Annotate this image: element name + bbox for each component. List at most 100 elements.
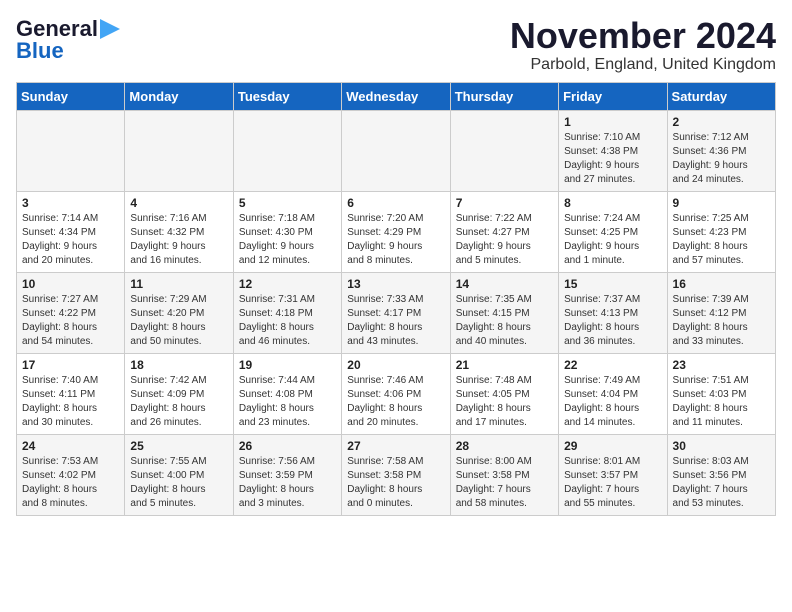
day-number: 13 xyxy=(347,277,444,291)
day-number: 25 xyxy=(130,439,227,453)
day-number: 30 xyxy=(673,439,770,453)
day-info: Sunrise: 7:39 AM Sunset: 4:12 PM Dayligh… xyxy=(673,293,770,349)
calendar-cell xyxy=(125,110,233,191)
day-info: Sunrise: 7:12 AM Sunset: 4:36 PM Dayligh… xyxy=(673,131,770,187)
calendar-cell: 14 Sunrise: 7:35 AM Sunset: 4:15 PM Dayli… xyxy=(450,272,558,353)
calendar-cell: 27 Sunrise: 7:58 AM Sunset: 3:58 PM Dayli… xyxy=(342,434,450,515)
day-number: 21 xyxy=(456,358,553,372)
day-number: 16 xyxy=(673,277,770,291)
calendar-cell: 13 Sunrise: 7:33 AM Sunset: 4:17 PM Dayli… xyxy=(342,272,450,353)
day-info: Sunrise: 7:18 AM Sunset: 4:30 PM Dayligh… xyxy=(239,212,336,268)
day-info: Sunrise: 8:00 AM Sunset: 3:58 PM Dayligh… xyxy=(456,455,553,511)
calendar-cell xyxy=(17,110,125,191)
calendar-cell: 6 Sunrise: 7:20 AM Sunset: 4:29 PM Daylig… xyxy=(342,191,450,272)
day-number: 15 xyxy=(564,277,661,291)
calendar-cell: 23Sunrise: 7:51 AM Sunset: 4:03 PM Dayli… xyxy=(667,353,775,434)
calendar-cell: 17 Sunrise: 7:40 AM Sunset: 4:11 PM Dayli… xyxy=(17,353,125,434)
day-number: 27 xyxy=(347,439,444,453)
day-number: 20 xyxy=(347,358,444,372)
day-number: 24 xyxy=(22,439,119,453)
day-number: 14 xyxy=(456,277,553,291)
calendar-cell xyxy=(450,110,558,191)
calendar-week-5: 24 Sunrise: 7:53 AM Sunset: 4:02 PM Dayli… xyxy=(17,434,776,515)
calendar-cell: 18Sunrise: 7:42 AM Sunset: 4:09 PM Dayli… xyxy=(125,353,233,434)
day-info: Sunrise: 7:44 AM Sunset: 4:08 PM Dayligh… xyxy=(239,374,336,430)
weekday-header-tuesday: Tuesday xyxy=(233,82,341,110)
day-info: Sunrise: 7:51 AM Sunset: 4:03 PM Dayligh… xyxy=(673,374,770,430)
calendar-cell: 24 Sunrise: 7:53 AM Sunset: 4:02 PM Dayli… xyxy=(17,434,125,515)
calendar-cell: 16 Sunrise: 7:39 AM Sunset: 4:12 PM Dayli… xyxy=(667,272,775,353)
calendar-cell: 7 Sunrise: 7:22 AM Sunset: 4:27 PM Daylig… xyxy=(450,191,558,272)
day-number: 12 xyxy=(239,277,336,291)
day-number: 5 xyxy=(239,196,336,210)
weekday-header-row: SundayMondayTuesdayWednesdayThursdayFrid… xyxy=(17,82,776,110)
day-info: Sunrise: 7:46 AM Sunset: 4:06 PM Dayligh… xyxy=(347,374,444,430)
day-info: Sunrise: 7:33 AM Sunset: 4:17 PM Dayligh… xyxy=(347,293,444,349)
logo-text-blue: Blue xyxy=(16,38,64,64)
day-number: 10 xyxy=(22,277,119,291)
calendar-week-2: 3 Sunrise: 7:14 AM Sunset: 4:34 PM Daylig… xyxy=(17,191,776,272)
calendar-cell: 5 Sunrise: 7:18 AM Sunset: 4:30 PM Daylig… xyxy=(233,191,341,272)
calendar-cell: 11 Sunrise: 7:29 AM Sunset: 4:20 PM Dayli… xyxy=(125,272,233,353)
day-number: 7 xyxy=(456,196,553,210)
calendar-cell: 12 Sunrise: 7:31 AM Sunset: 4:18 PM Dayli… xyxy=(233,272,341,353)
day-info: Sunrise: 7:58 AM Sunset: 3:58 PM Dayligh… xyxy=(347,455,444,511)
weekday-header-thursday: Thursday xyxy=(450,82,558,110)
day-info: Sunrise: 7:53 AM Sunset: 4:02 PM Dayligh… xyxy=(22,455,119,511)
calendar-cell: 29 Sunrise: 8:01 AM Sunset: 3:57 PM Dayli… xyxy=(559,434,667,515)
weekday-header-monday: Monday xyxy=(125,82,233,110)
day-info: Sunrise: 7:35 AM Sunset: 4:15 PM Dayligh… xyxy=(456,293,553,349)
calendar-week-3: 10 Sunrise: 7:27 AM Sunset: 4:22 PM Dayli… xyxy=(17,272,776,353)
calendar-cell: 15Sunrise: 7:37 AM Sunset: 4:13 PM Dayli… xyxy=(559,272,667,353)
day-info: Sunrise: 7:16 AM Sunset: 4:32 PM Dayligh… xyxy=(130,212,227,268)
calendar-cell: 4Sunrise: 7:16 AM Sunset: 4:32 PM Daylig… xyxy=(125,191,233,272)
day-info: Sunrise: 7:40 AM Sunset: 4:11 PM Dayligh… xyxy=(22,374,119,430)
day-number: 1 xyxy=(564,115,661,129)
day-number: 18 xyxy=(130,358,227,372)
day-number: 26 xyxy=(239,439,336,453)
logo-arrow-icon xyxy=(100,19,120,39)
page-header: General Blue November 2024 Parbold, Engl… xyxy=(16,16,776,74)
weekday-header-sunday: Sunday xyxy=(17,82,125,110)
day-info: Sunrise: 7:31 AM Sunset: 4:18 PM Dayligh… xyxy=(239,293,336,349)
calendar-cell: 2 Sunrise: 7:12 AM Sunset: 4:36 PM Daylig… xyxy=(667,110,775,191)
month-title: November 2024 xyxy=(510,16,776,56)
day-number: 28 xyxy=(456,439,553,453)
day-number: 9 xyxy=(673,196,770,210)
day-info: Sunrise: 8:01 AM Sunset: 3:57 PM Dayligh… xyxy=(564,455,661,511)
day-number: 3 xyxy=(22,196,119,210)
weekday-header-friday: Friday xyxy=(559,82,667,110)
day-info: Sunrise: 7:27 AM Sunset: 4:22 PM Dayligh… xyxy=(22,293,119,349)
title-block: November 2024 Parbold, England, United K… xyxy=(510,16,776,74)
calendar-cell: 1 Sunrise: 7:10 AM Sunset: 4:38 PM Daylig… xyxy=(559,110,667,191)
calendar-cell: 26Sunrise: 7:56 AM Sunset: 3:59 PM Dayli… xyxy=(233,434,341,515)
logo: General Blue xyxy=(16,16,120,64)
calendar-cell: 21 Sunrise: 7:48 AM Sunset: 4:05 PM Dayli… xyxy=(450,353,558,434)
day-info: Sunrise: 7:25 AM Sunset: 4:23 PM Dayligh… xyxy=(673,212,770,268)
day-number: 8 xyxy=(564,196,661,210)
day-info: Sunrise: 7:29 AM Sunset: 4:20 PM Dayligh… xyxy=(130,293,227,349)
day-info: Sunrise: 7:10 AM Sunset: 4:38 PM Dayligh… xyxy=(564,131,661,187)
calendar-cell: 28 Sunrise: 8:00 AM Sunset: 3:58 PM Dayli… xyxy=(450,434,558,515)
calendar-cell: 19Sunrise: 7:44 AM Sunset: 4:08 PM Dayli… xyxy=(233,353,341,434)
calendar-cell: 25 Sunrise: 7:55 AM Sunset: 4:00 PM Dayli… xyxy=(125,434,233,515)
day-info: Sunrise: 7:55 AM Sunset: 4:00 PM Dayligh… xyxy=(130,455,227,511)
day-info: Sunrise: 7:48 AM Sunset: 4:05 PM Dayligh… xyxy=(456,374,553,430)
calendar-cell: 22Sunrise: 7:49 AM Sunset: 4:04 PM Dayli… xyxy=(559,353,667,434)
calendar-cell: 10 Sunrise: 7:27 AM Sunset: 4:22 PM Dayli… xyxy=(17,272,125,353)
day-number: 29 xyxy=(564,439,661,453)
weekday-header-saturday: Saturday xyxy=(667,82,775,110)
calendar-cell: 8 Sunrise: 7:24 AM Sunset: 4:25 PM Daylig… xyxy=(559,191,667,272)
calendar-cell xyxy=(342,110,450,191)
day-number: 2 xyxy=(673,115,770,129)
day-info: Sunrise: 7:20 AM Sunset: 4:29 PM Dayligh… xyxy=(347,212,444,268)
day-number: 11 xyxy=(130,277,227,291)
day-number: 22 xyxy=(564,358,661,372)
day-info: Sunrise: 7:14 AM Sunset: 4:34 PM Dayligh… xyxy=(22,212,119,268)
calendar-header: SundayMondayTuesdayWednesdayThursdayFrid… xyxy=(17,82,776,110)
day-info: Sunrise: 8:03 AM Sunset: 3:56 PM Dayligh… xyxy=(673,455,770,511)
day-number: 6 xyxy=(347,196,444,210)
day-info: Sunrise: 7:22 AM Sunset: 4:27 PM Dayligh… xyxy=(456,212,553,268)
day-info: Sunrise: 7:24 AM Sunset: 4:25 PM Dayligh… xyxy=(564,212,661,268)
day-number: 17 xyxy=(22,358,119,372)
